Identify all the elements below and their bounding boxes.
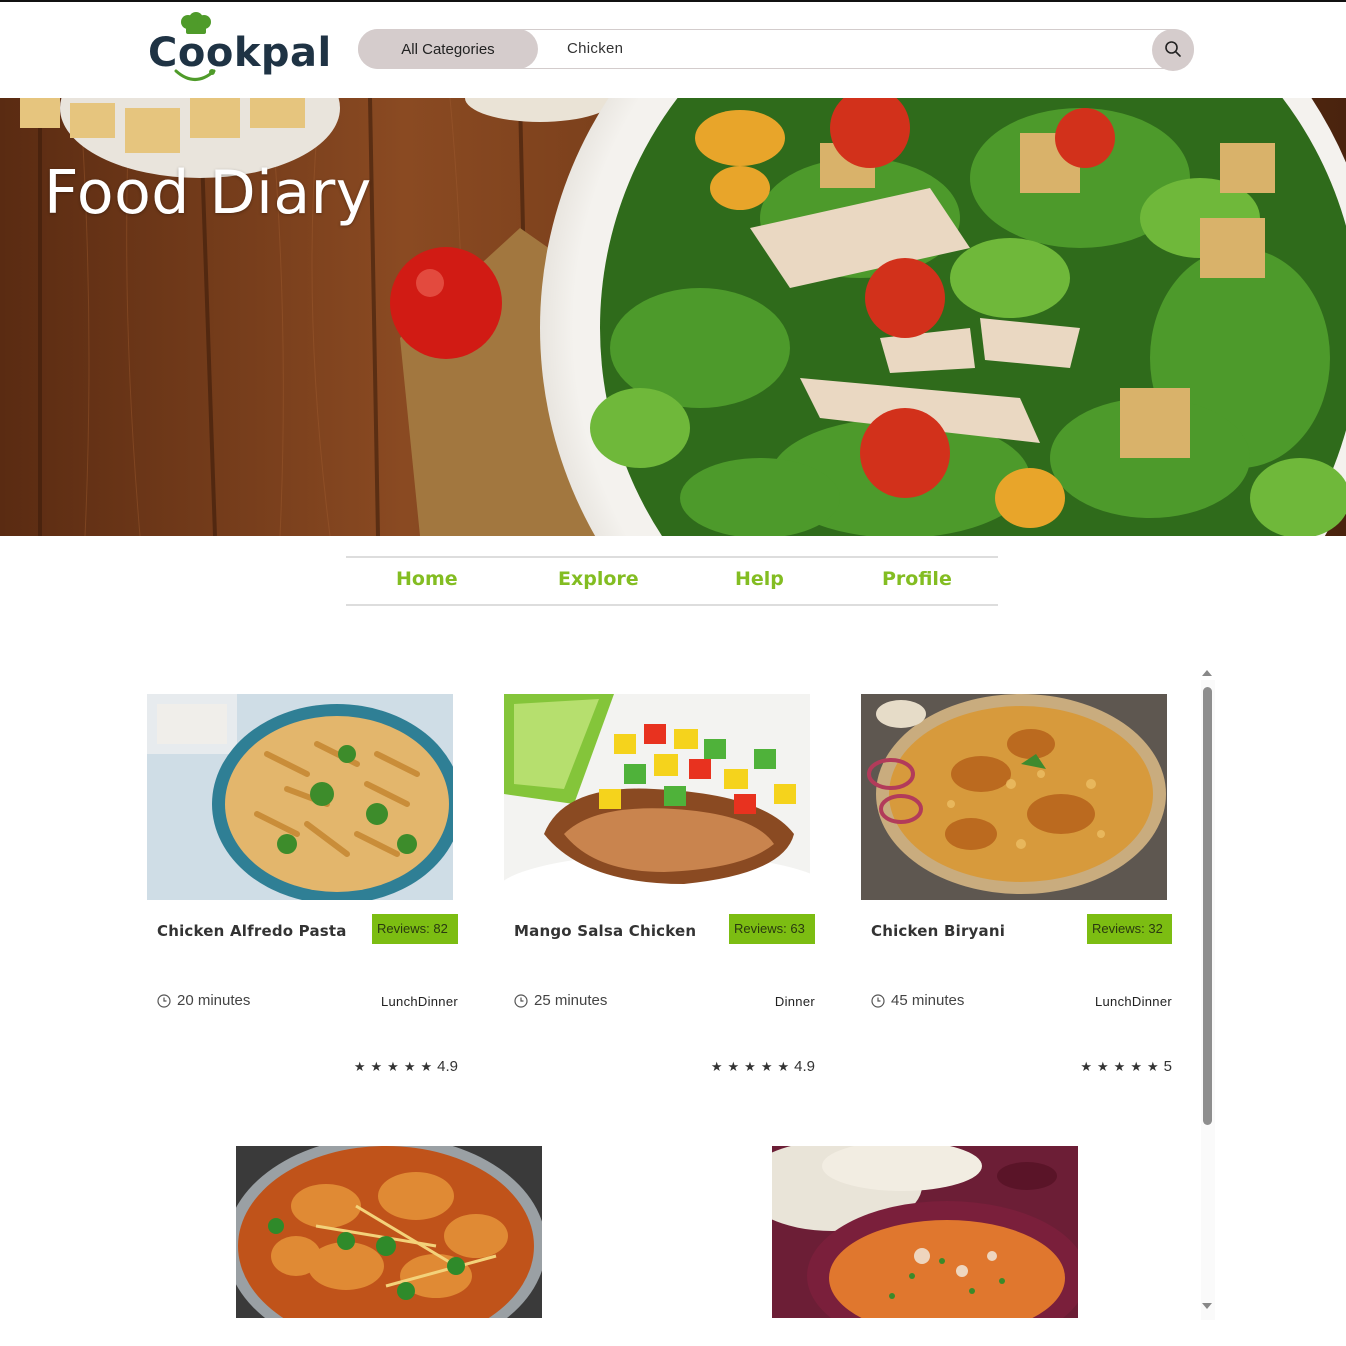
star-icons: ★★★★★ (710, 1059, 795, 1074)
rating-value: 5 (1163, 1058, 1172, 1075)
recipe-image[interactable] (772, 1146, 1078, 1318)
reviews-badge: Reviews: 63 (729, 914, 815, 944)
meal-type: LunchDinner (380, 994, 458, 1009)
search-icon (1165, 41, 1181, 57)
scrollbar-thumb[interactable] (1203, 687, 1212, 1125)
scroll-down-arrow-icon[interactable] (1202, 1303, 1212, 1309)
clock-icon (514, 994, 528, 1008)
nav-profile[interactable]: Profile (882, 568, 952, 590)
karahi-image (236, 1146, 542, 1318)
recipe-title[interactable]: Chicken Alfredo Pasta (157, 922, 347, 940)
all-categories-button[interactable]: All Categories (358, 29, 538, 69)
cook-time: 45 minutes (871, 992, 964, 1009)
cook-time: 25 minutes (514, 992, 607, 1009)
recipe-image[interactable] (236, 1146, 542, 1318)
recipe-grid: Chicken Alfredo Pasta Reviews: 82 20 min… (0, 668, 1214, 1318)
rating: ★★★★★4.9 (667, 1058, 815, 1075)
clock-icon (871, 994, 885, 1008)
butter-chicken-image (772, 1146, 1078, 1318)
cook-time: 20 minutes (157, 992, 250, 1009)
rating: ★★★★★4.9 (310, 1058, 458, 1075)
nav-home[interactable]: Home (396, 568, 458, 590)
hero-title: Food Diary (44, 158, 372, 228)
recipe-image[interactable] (147, 694, 453, 900)
main-nav: Home Explore Help Profile (346, 556, 998, 606)
recipe-image[interactable] (504, 694, 810, 900)
nav-explore[interactable]: Explore (558, 568, 639, 590)
meal-type: Dinner (774, 994, 815, 1009)
search-bar: All Categories Chicken (358, 29, 1194, 71)
search-input[interactable]: Chicken (567, 40, 623, 57)
reviews-badge: Reviews: 32 (1087, 914, 1172, 944)
mango-chicken-image (504, 694, 810, 900)
recipe-image[interactable] (861, 694, 1167, 900)
search-button[interactable] (1152, 29, 1194, 71)
cook-time-label: 25 minutes (534, 992, 608, 1009)
star-icons: ★★★★★ (353, 1059, 438, 1074)
reviews-badge: Reviews: 82 (372, 914, 458, 944)
nav-help[interactable]: Help (735, 568, 784, 590)
biryani-image (861, 694, 1167, 900)
star-icons: ★★★★★ (1080, 1059, 1164, 1074)
cook-time-label: 45 minutes (891, 992, 965, 1009)
top-border (0, 0, 1346, 2)
hero-banner: Food Diary (0, 98, 1346, 536)
recipe-title[interactable]: Chicken Biryani (871, 922, 1005, 940)
smile-icon (174, 69, 216, 81)
meal-type: LunchDinner (1094, 994, 1172, 1009)
clock-icon (157, 994, 171, 1008)
recipe-title[interactable]: Mango Salsa Chicken (514, 922, 696, 940)
cookpal-logo[interactable]: Cookpal (148, 12, 331, 86)
rating-value: 4.9 (437, 1058, 458, 1075)
rating: ★★★★★5 (1024, 1058, 1172, 1075)
cook-time-label: 20 minutes (177, 992, 251, 1009)
pasta-image (147, 694, 453, 900)
scroll-up-arrow-icon[interactable] (1202, 670, 1212, 676)
rating-value: 4.9 (794, 1058, 815, 1075)
